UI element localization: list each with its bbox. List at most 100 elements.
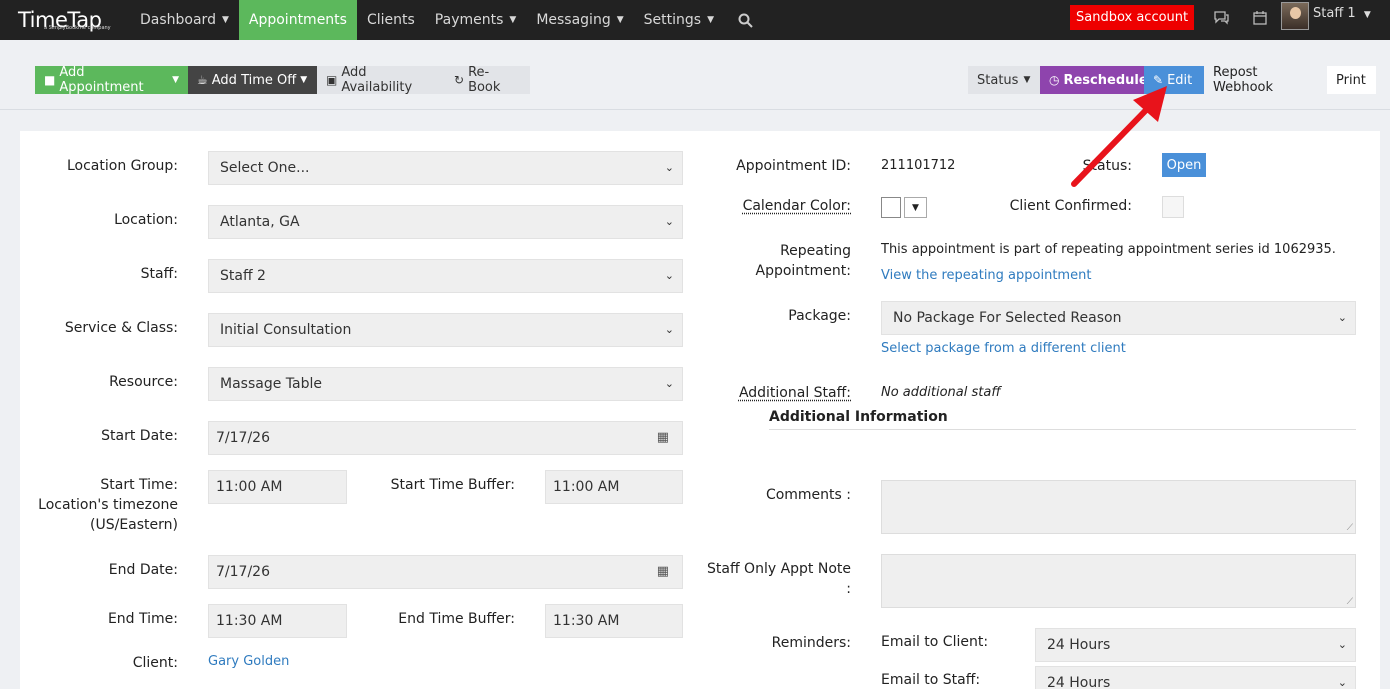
chat-icon[interactable] — [1213, 10, 1230, 29]
start-date-input[interactable]: 7/17/26 ▦ — [208, 421, 683, 455]
rebook-button[interactable]: ↻ Re-Book — [445, 65, 530, 95]
chevron-down-icon: ⌄ — [664, 269, 674, 282]
repeating-label-2: Appointment: — [755, 263, 852, 279]
nav-messaging[interactable]: Messaging ▼ — [526, 0, 633, 40]
staff-note-textarea[interactable] — [881, 554, 1356, 608]
resource-value: Massage Table — [220, 376, 322, 392]
start-time-timezone-label: Location's timezone — [38, 497, 178, 513]
nav-payments[interactable]: Payments ▼ — [425, 0, 527, 40]
location-value: Atlanta, GA — [220, 214, 300, 230]
package-label: Package: — [788, 308, 851, 324]
search-icon[interactable] — [724, 0, 767, 40]
nav-dashboard[interactable]: Dashboard ▼ — [130, 0, 239, 40]
reminders-label: Reminders: — [771, 635, 851, 651]
calendar-icon[interactable] — [1253, 10, 1267, 29]
staff-note-label-2: : — [846, 581, 851, 597]
timetap-logo[interactable]: TimeTap a SimplyBookme company — [0, 0, 130, 40]
chevron-down-icon: ⌄ — [1337, 638, 1347, 651]
chevron-down-icon: ⌄ — [1337, 311, 1347, 324]
calendar-icon[interactable]: ▦ — [657, 564, 669, 579]
client-confirmed-checkbox[interactable] — [1162, 196, 1184, 218]
select-package-link[interactable]: Select package from a different client — [881, 341, 1126, 356]
repost-webhook-button[interactable]: Repost Webhook — [1204, 65, 1327, 95]
start-date-value: 7/17/26 — [216, 430, 270, 446]
package-value: No Package For Selected Reason — [893, 310, 1122, 326]
chevron-down-icon: ▼ — [1023, 75, 1031, 85]
add-availability-button[interactable]: ▣ Add Availability — [317, 65, 445, 95]
view-repeating-link[interactable]: View the repeating appointment — [881, 268, 1091, 283]
start-time-input[interactable]: 11:00 AM — [208, 470, 347, 504]
location-group-value: Select One... — [220, 160, 310, 176]
comments-textarea[interactable] — [881, 480, 1356, 534]
start-buffer-value: 11:00 AM — [553, 479, 620, 495]
resource-select[interactable]: Massage Table ⌄ — [208, 367, 683, 401]
nav-settings[interactable]: Settings ▼ — [634, 0, 724, 40]
add-time-off-button[interactable]: ☕ Add Time Off ▼ — [188, 66, 317, 94]
end-date-label: End Date: — [108, 562, 178, 578]
staff-select[interactable]: Staff 2 ⌄ — [208, 259, 683, 293]
appointment-id-value: 211101712 — [881, 158, 956, 173]
chevron-down-icon: ▼ — [616, 15, 624, 25]
location-select[interactable]: Atlanta, GA ⌄ — [208, 205, 683, 239]
email-staff-label: Email to Staff: — [881, 672, 981, 688]
edit-label: Edit — [1167, 72, 1193, 88]
status-dropdown-button[interactable]: Status ▼ — [968, 66, 1040, 94]
service-value: Initial Consultation — [220, 322, 352, 338]
avatar[interactable] — [1281, 2, 1309, 30]
email-client-label: Email to Client: — [881, 634, 989, 650]
end-buffer-label: End Time Buffer: — [398, 611, 515, 627]
nav-messaging-label: Messaging — [536, 12, 611, 28]
repeating-label: Repeating — [780, 243, 851, 259]
service-select[interactable]: Initial Consultation ⌄ — [208, 313, 683, 347]
end-date-input[interactable]: 7/17/26 ▦ — [208, 555, 683, 589]
calendar-icon[interactable]: ▦ — [657, 430, 669, 445]
add-appointment-button[interactable]: ■ Add Appointment ▼ — [35, 65, 188, 95]
end-time-label: End Time: — [107, 611, 178, 627]
status-field-label: Status: — [1082, 158, 1132, 174]
add-appointment-label: Add Appointment — [59, 65, 144, 95]
email-staff-select[interactable]: 24 Hours ⌄ — [1035, 666, 1356, 689]
chevron-down-icon: ⌄ — [1337, 676, 1347, 689]
service-label: Service & Class: — [64, 320, 178, 336]
location-group-label: Location Group: — [66, 158, 178, 174]
chevron-down-icon: ▼ — [707, 15, 714, 25]
section-divider — [769, 429, 1356, 430]
comments-label: Comments : — [765, 487, 851, 503]
chevron-down-icon: ▼ — [1363, 10, 1371, 20]
start-date-label: Start Date: — [101, 428, 178, 444]
status-badge[interactable]: Open — [1162, 153, 1206, 177]
print-button[interactable]: Print — [1327, 66, 1376, 94]
client-link[interactable]: Gary Golden — [208, 654, 289, 669]
sandbox-badge: Sandbox account — [1070, 5, 1195, 30]
chevron-down-icon: ▼ — [509, 15, 517, 25]
reschedule-button[interactable]: ◷ Reschedule — [1040, 66, 1148, 94]
nav-settings-label: Settings — [643, 12, 702, 28]
calendar-color-swatch[interactable] — [881, 197, 901, 218]
email-client-select[interactable]: 24 Hours ⌄ — [1035, 628, 1356, 662]
end-buffer-input[interactable]: 11:30 AM — [545, 604, 683, 638]
resource-label: Resource: — [109, 374, 178, 390]
add-time-off-label: Add Time Off — [211, 72, 297, 88]
start-buffer-label: Start Time Buffer: — [390, 477, 515, 493]
client-confirmed-label: Client Confirmed: — [1009, 198, 1132, 214]
additional-staff-label: Additional Staff: — [738, 385, 851, 401]
appointment-id-label: Appointment ID: — [736, 158, 851, 174]
refresh-icon: ↻ — [454, 73, 465, 87]
location-group-select[interactable]: Select One... ⌄ — [208, 151, 683, 185]
reschedule-label: Reschedule — [1063, 72, 1148, 88]
end-time-input[interactable]: 11:30 AM — [208, 604, 347, 638]
user-menu[interactable]: Staff 1 ▼ — [1313, 6, 1371, 21]
start-buffer-input[interactable]: 11:00 AM — [545, 470, 683, 504]
nav-appointments[interactable]: Appointments — [238, 0, 357, 47]
pencil-icon: ✎ — [1153, 73, 1164, 87]
package-select[interactable]: No Package For Selected Reason ⌄ — [881, 301, 1356, 335]
nav-payments-label: Payments — [434, 12, 504, 28]
chevron-down-icon: ▼ — [221, 15, 229, 25]
client-label: Client: — [132, 655, 178, 671]
edit-button[interactable]: ✎ Edit — [1144, 66, 1204, 94]
location-label: Location: — [114, 212, 178, 228]
chevron-down-icon: ⌄ — [664, 161, 674, 174]
action-toolbar: ■ Add Appointment ▼ ☕ Add Time Off ▼ ▣ Add Av… — [0, 40, 1390, 110]
nav-clients[interactable]: Clients — [357, 0, 425, 40]
calendar-color-dropdown[interactable]: ▼ — [904, 197, 927, 218]
